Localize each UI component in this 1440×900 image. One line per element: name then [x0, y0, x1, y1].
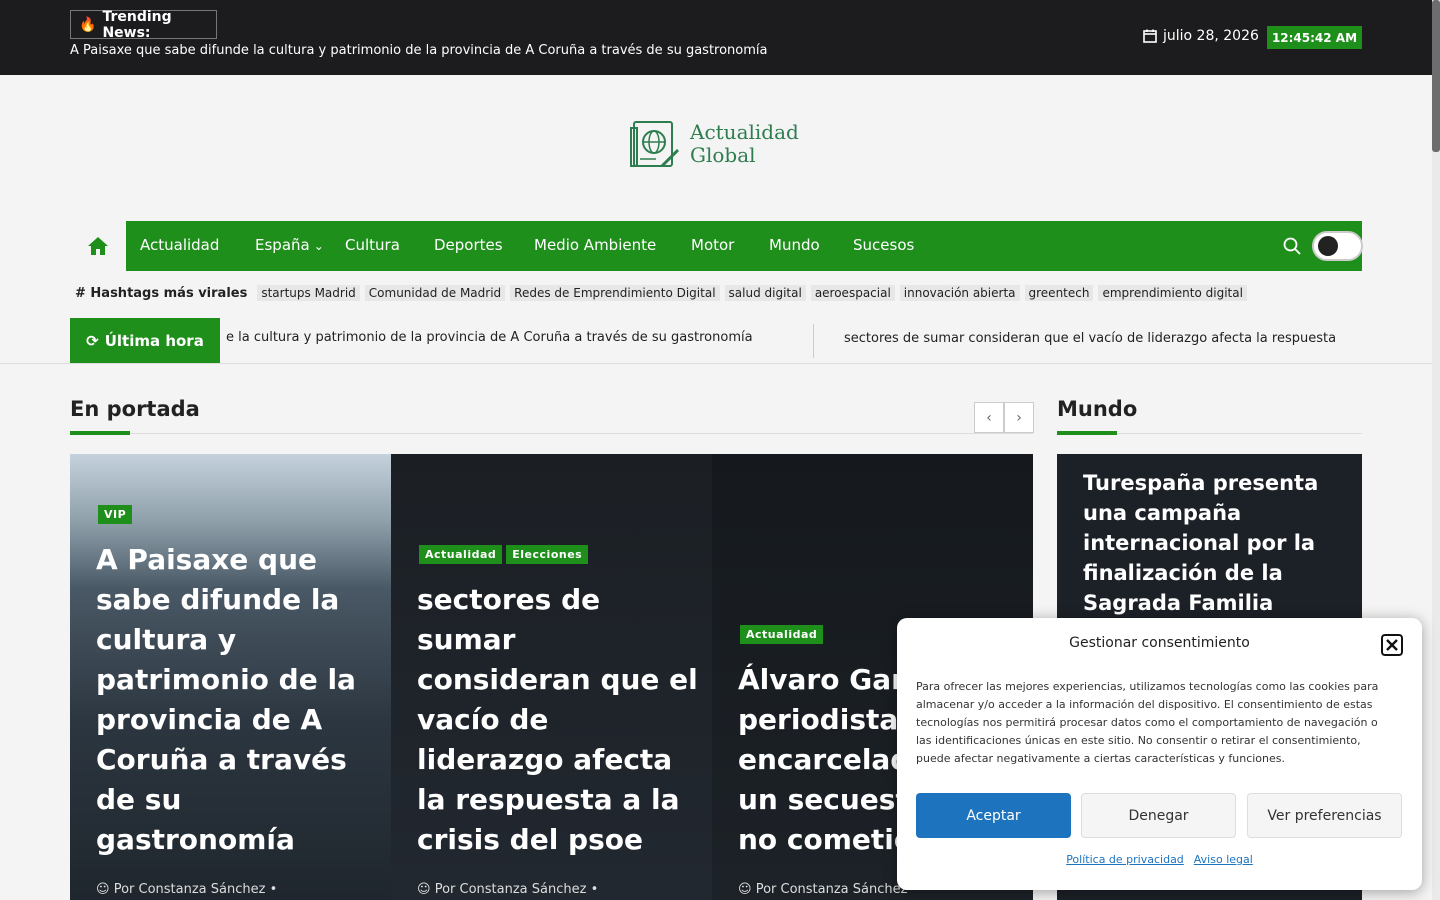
card-title[interactable]: sectores de sumar consideran que el vací…: [417, 580, 698, 860]
trending-label-box: 🔥 Trending News:: [70, 8, 217, 41]
featured-card[interactable]: Actualidad Elecciones sectores de sumar …: [391, 454, 712, 900]
category-tags: Actualidad Elecciones: [419, 545, 589, 564]
category-tags: Actualidad: [740, 625, 824, 644]
dark-mode-toggle[interactable]: [1312, 231, 1363, 261]
logo-line-2: Global: [690, 143, 756, 167]
card-author[interactable]: ☺ Por Constanza Sánchez •: [417, 882, 598, 897]
close-icon[interactable]: [1381, 634, 1403, 656]
preferences-button[interactable]: Ver preferencias: [1247, 793, 1402, 838]
card-author[interactable]: ☺ Por Constanza Sánchez •: [738, 882, 919, 897]
category-tag[interactable]: VIP: [98, 505, 133, 524]
calendar-icon: [1143, 29, 1157, 43]
consent-links: Política de privacidad Aviso legal: [897, 853, 1422, 866]
page-scrollbar[interactable]: [1432, 0, 1440, 900]
clock-badge: 12:45:42 AM: [1267, 26, 1362, 49]
sidebar-card-title[interactable]: Turespaña presenta una campaña internaci…: [1083, 468, 1348, 618]
featured-card[interactable]: VIP A Paisaxe que sabe difunde la cultur…: [70, 454, 391, 900]
breaking-label: ⟳ Última hora: [70, 318, 220, 363]
section-accent: [1057, 431, 1117, 435]
nav-item-actualidad[interactable]: Actualidad: [140, 236, 219, 254]
hashtags-bar: # Hashtags más virales startups Madrid C…: [75, 285, 1247, 301]
privacy-policy-link[interactable]: Política de privacidad: [1066, 853, 1184, 866]
hashtag[interactable]: Redes de Emprendimiento Digital: [510, 285, 720, 301]
category-tag[interactable]: Elecciones: [506, 545, 589, 564]
breaking-item[interactable]: sectores de sumar consideran que el vací…: [844, 331, 1336, 346]
main-navigation: Actualidad España ⌄ Cultura Deportes Medi…: [70, 221, 1363, 271]
cookie-consent-dialog: Gestionar consentimiento Para ofrecer la…: [897, 618, 1422, 890]
top-bar: 🔥 Trending News: A Paisaxe que sabe difu…: [0, 0, 1432, 75]
hashtags-title: # Hashtags más virales: [75, 285, 248, 301]
hashtag[interactable]: greentech: [1024, 285, 1094, 301]
site-logo[interactable]: Actualidad Global: [630, 118, 799, 170]
hashtag[interactable]: innovación abierta: [899, 285, 1020, 301]
breaking-item[interactable]: e la cultura y patrimonio de la provinci…: [226, 330, 753, 345]
category-tags: VIP: [98, 505, 133, 524]
scrollbar-thumb[interactable]: [1432, 0, 1440, 152]
hashtag[interactable]: emprendimiento digital: [1098, 285, 1247, 301]
chevron-right-icon[interactable]: ›: [1004, 402, 1034, 433]
search-icon[interactable]: [1283, 237, 1301, 259]
fire-icon: 🔥: [79, 16, 97, 33]
hashtag[interactable]: aeroespacial: [810, 285, 895, 301]
author-name: Por Constanza Sánchez: [113, 882, 266, 897]
nav-item-cultura[interactable]: Cultura: [345, 236, 400, 254]
legal-notice-link[interactable]: Aviso legal: [1194, 853, 1253, 866]
nav-item-deportes[interactable]: Deportes: [434, 236, 503, 254]
logo-text: Actualidad Global: [690, 121, 799, 167]
hashtag[interactable]: salud digital: [724, 285, 806, 301]
date-text: julio 28, 2026: [1163, 28, 1259, 44]
card-title[interactable]: A Paisaxe que sabe difunde la cultura y …: [96, 540, 377, 860]
breaking-divider: [813, 324, 814, 358]
hashtag[interactable]: Comunidad de Madrid: [364, 285, 506, 301]
section-accent: [70, 431, 130, 435]
home-icon: [88, 237, 108, 255]
trending-news-link[interactable]: A Paisaxe que sabe difunde la cultura y …: [70, 43, 768, 58]
hashtag[interactable]: startups Madrid: [257, 285, 360, 301]
nav-item-espana[interactable]: España ⌄: [255, 236, 324, 254]
author-name: Por Constanza Sánchez: [434, 882, 587, 897]
sidebar-section-title: Mundo: [1057, 397, 1138, 421]
trending-label: Trending News:: [102, 8, 172, 41]
featured-section-title: En portada: [70, 397, 200, 421]
nav-item-sucesos[interactable]: Sucesos: [853, 236, 914, 254]
category-tag[interactable]: Actualidad: [740, 625, 824, 644]
accept-button[interactable]: Aceptar: [916, 793, 1071, 838]
chevron-left-icon[interactable]: ‹: [974, 402, 1004, 433]
carousel-arrows: ‹ ›: [974, 402, 1034, 433]
category-tag[interactable]: Actualidad: [419, 545, 503, 564]
nav-item-motor[interactable]: Motor: [691, 236, 734, 254]
nav-item-mundo[interactable]: Mundo: [769, 236, 820, 254]
deny-button[interactable]: Denegar: [1081, 793, 1236, 838]
chevron-down-icon: ⌄: [313, 239, 324, 253]
author-name: Por Constanza Sánchez: [755, 882, 908, 897]
breaking-news-bar: ⟳ Última hora e la cultura y patrimonio …: [0, 318, 1432, 364]
spinner-icon: ⟳: [86, 331, 99, 350]
card-author[interactable]: ☺ Por Constanza Sánchez •: [96, 882, 277, 897]
nav-item-medio-ambiente[interactable]: Medio Ambiente: [534, 236, 656, 254]
home-button[interactable]: [70, 221, 126, 271]
nav-item-espana-label: España: [255, 236, 310, 254]
newspaper-globe-icon: [630, 121, 680, 168]
section-divider: [70, 433, 1033, 434]
sun-icon: [1318, 236, 1338, 256]
consent-title: Gestionar consentimiento: [1069, 635, 1250, 651]
current-date: julio 28, 2026: [1143, 28, 1259, 44]
breaking-label-text: Última hora: [104, 331, 204, 350]
consent-body: Para ofrecer las mejores experiencias, u…: [916, 680, 1379, 765]
logo-line-1: Actualidad: [690, 120, 799, 144]
